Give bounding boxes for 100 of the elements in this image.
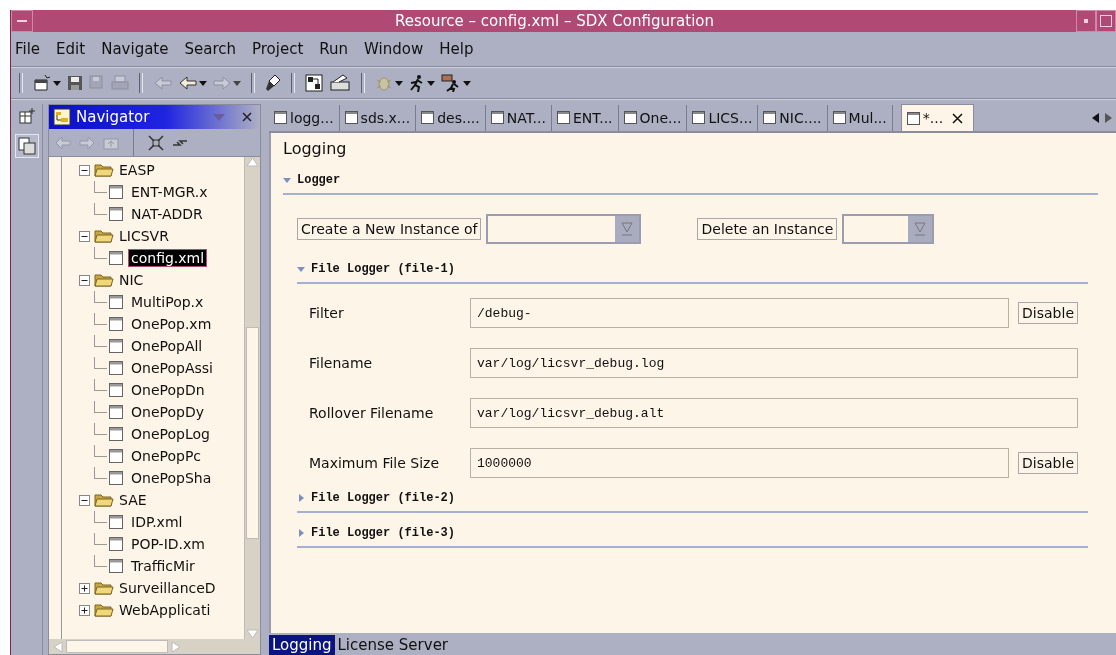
section-title[interactable]: File Logger (file-3) — [311, 526, 456, 540]
collapse-icon[interactable] — [79, 274, 90, 286]
tree-item[interactable]: OnePopLog — [129, 426, 212, 442]
menu-item[interactable]: Navigate — [101, 40, 169, 58]
instance-dropdown[interactable] — [842, 214, 935, 244]
expand-icon[interactable] — [79, 604, 90, 616]
folder-icon — [94, 581, 114, 595]
editor-tab[interactable]: *... — [900, 104, 975, 131]
right-arrow-icon[interactable] — [1105, 112, 1112, 123]
editor-tab[interactable]: des.... — [416, 104, 486, 131]
file-icon — [274, 111, 287, 124]
disable-button[interactable]: Disable — [1018, 302, 1078, 324]
menu-item[interactable]: Help — [439, 40, 474, 58]
horizontal-scrollbar[interactable] — [49, 639, 260, 654]
expand-icon[interactable] — [79, 582, 90, 594]
disable-button[interactable]: Disable — [1018, 452, 1078, 474]
menu-item[interactable]: Search — [184, 40, 236, 58]
tree-item[interactable]: OnePopPc — [129, 448, 204, 464]
caret-icon[interactable] — [427, 80, 435, 86]
caret-icon[interactable] — [395, 80, 403, 86]
create-instance-button[interactable]: Create a New Instance of — [297, 218, 482, 240]
tree-item[interactable]: MultiPop.x — [129, 294, 206, 310]
expanded-triangle-icon[interactable] — [283, 176, 291, 184]
left-arrow-icon[interactable] — [179, 75, 197, 91]
collapse-icon[interactable] — [79, 164, 90, 176]
file-icon — [109, 427, 123, 441]
tree-item[interactable]: config.xml — [129, 250, 207, 266]
tree-item[interactable]: OnePopDn — [129, 382, 207, 398]
tree-item[interactable]: LICSVR — [117, 228, 171, 244]
caret-icon[interactable] — [463, 80, 471, 86]
tree-item[interactable]: SurveillanceD — [117, 580, 218, 596]
editor-tab[interactable]: One... — [618, 104, 688, 131]
tree-item[interactable]: POP-ID.xm — [129, 536, 207, 552]
file-icon — [109, 383, 123, 397]
input-field[interactable]: var/log/licsvr_debug.log — [470, 348, 1078, 378]
section-title[interactable]: File Logger (file-1) — [311, 262, 456, 276]
documents-icon[interactable] — [14, 134, 39, 158]
diagram-icon[interactable] — [305, 74, 323, 92]
menu-item[interactable]: Edit — [56, 40, 86, 58]
menu-item[interactable]: File — [15, 40, 41, 58]
expanded-triangle-icon[interactable] — [297, 265, 305, 273]
collapse-icon[interactable] — [79, 494, 90, 506]
tree-item[interactable]: IDP.xml — [129, 514, 185, 530]
field-label: Rollover Filename — [309, 405, 435, 421]
tree-item[interactable]: NIC — [117, 272, 146, 288]
caret-icon[interactable] — [199, 80, 207, 86]
collapsed-triangle-icon[interactable] — [297, 529, 305, 537]
close-icon[interactable] — [952, 112, 964, 124]
menu-item[interactable]: Project — [252, 40, 304, 58]
scrollbar-thumb[interactable] — [66, 640, 168, 653]
brush-icon[interactable] — [265, 74, 281, 92]
minimize-button[interactable] — [1076, 10, 1096, 32]
collapsed-triangle-icon[interactable] — [297, 494, 305, 502]
folder-icon — [94, 273, 114, 287]
tree-item[interactable]: EASP — [117, 162, 157, 178]
editor-tab[interactable]: sds.x... — [339, 104, 417, 131]
tree-item[interactable]: OnePopAssi — [129, 360, 215, 376]
window-menu-button[interactable] — [11, 10, 33, 32]
editor-tab[interactable]: Mul... — [827, 104, 893, 131]
tree-item[interactable]: SAE — [117, 492, 149, 508]
scrollbar-thumb[interactable] — [246, 327, 259, 539]
editor-tab[interactable]: ENT... — [552, 104, 619, 131]
editor-tab[interactable]: logg... — [269, 104, 340, 131]
section-title[interactable]: File Logger (file-2) — [311, 491, 456, 505]
editor-tab[interactable]: LICS... — [687, 104, 759, 131]
page-tab[interactable]: Logging — [269, 635, 335, 655]
delete-instance-button[interactable]: Delete an Instance — [697, 218, 838, 240]
page-tab[interactable]: License Server — [334, 635, 452, 655]
editor-tab[interactable]: NAT... — [485, 104, 552, 131]
input-field[interactable]: 1000000 — [470, 448, 1010, 478]
tree-item[interactable]: OnePopSha — [129, 470, 214, 486]
close-icon[interactable] — [242, 112, 252, 122]
collapse-all-icon[interactable] — [148, 134, 164, 151]
dropdown-arrow-icon[interactable] — [914, 222, 927, 236]
menu-item[interactable]: Run — [319, 40, 349, 58]
instance-dropdown[interactable] — [486, 214, 642, 244]
tree-item[interactable]: TrafficMir — [129, 558, 197, 574]
caret-icon[interactable] — [233, 80, 241, 86]
dropdown-arrow-icon[interactable] — [621, 222, 634, 236]
input-field[interactable]: var/log/licsvr_debug.alt — [470, 398, 1078, 428]
maximize-button[interactable] — [1096, 10, 1116, 32]
menu-item[interactable]: Window — [364, 40, 424, 58]
tree-item[interactable]: ENT-MGR.x — [129, 184, 210, 200]
running-figure-icon[interactable] — [409, 74, 425, 92]
tree-item[interactable]: OnePop.xm — [129, 316, 214, 332]
section-title[interactable]: Logger — [297, 173, 341, 187]
file-icon — [109, 559, 123, 573]
tree-item[interactable]: WebApplicati — [117, 602, 213, 618]
editor-tab[interactable]: NIC.... — [758, 104, 828, 131]
tree-item[interactable]: OnePopAll — [129, 338, 205, 354]
new-folder-icon[interactable] — [33, 74, 51, 92]
left-arrow-icon[interactable] — [1092, 112, 1099, 123]
tree-item[interactable]: OnePopDy — [129, 404, 206, 420]
caret-icon[interactable] — [53, 80, 61, 86]
collapse-icon[interactable] — [79, 230, 90, 242]
input-field[interactable]: /debug- — [470, 298, 1010, 328]
vertical-scrollbar[interactable] — [244, 157, 260, 639]
add-view-icon[interactable] — [18, 108, 35, 124]
tree-item[interactable]: NAT-ADDR — [129, 206, 205, 222]
toolbox-runner-icon[interactable] — [441, 74, 461, 92]
